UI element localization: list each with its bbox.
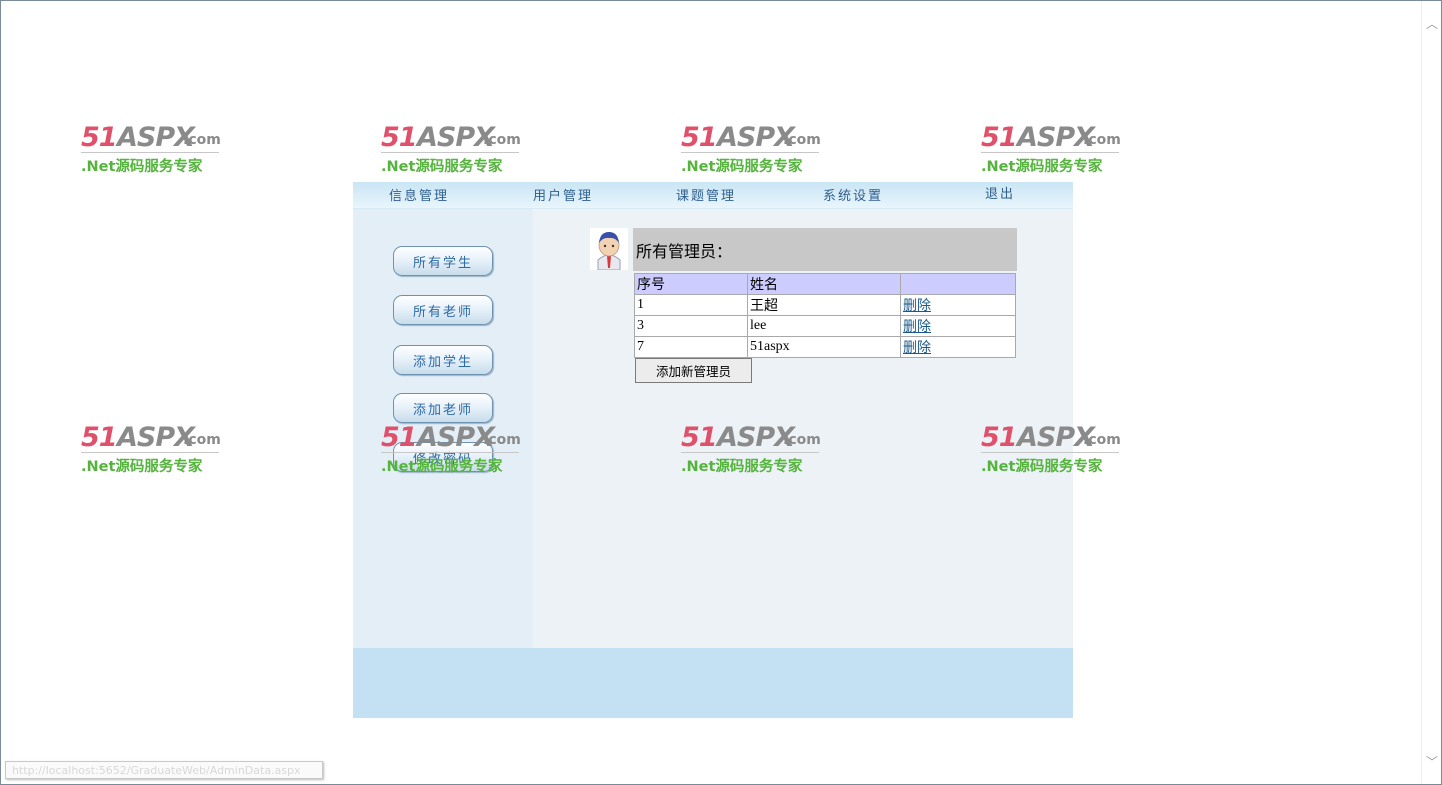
cell-name: 51aspx [747,336,901,358]
vertical-scrollbar[interactable]: ︿ ﹀ [1421,1,1441,783]
footer [353,648,1073,718]
delete-link[interactable]: 删除 [903,320,931,335]
delete-link[interactable]: 删除 [903,299,931,314]
all-students-button[interactable]: 所有学生 [393,246,493,276]
watermark-logo: 51 ASPX .com .Net源码服务专家 [981,422,1121,475]
cell-action: 删除 [900,336,1016,358]
watermark-logo: 51 ASPX .com .Net源码服务专家 [81,422,221,475]
nav-system-settings[interactable]: 系统设置 [823,185,883,204]
admins-table: 序号 姓名 1 王超 删除 3 lee 删除 7 51aspx 删除 [634,273,1016,358]
column-header-name: 姓名 [747,273,901,295]
watermark-logo: 51 ASPX .com .Net源码服务专家 [381,422,521,475]
add-admin-button[interactable]: 添加新管理员 [635,358,752,383]
scroll-down-icon[interactable]: ﹀ [1426,756,1438,768]
watermark-logo: 51 ASPX .com .Net源码服务专家 [681,122,821,175]
nav-info-management[interactable]: 信息管理 [389,185,449,204]
cell-id: 1 [634,294,748,316]
watermark-logo: 51 ASPX .com .Net源码服务专家 [81,122,221,175]
admin-avatar-icon [590,228,628,271]
cell-name: 王超 [747,294,901,316]
page-title: 所有管理员： [633,228,1017,271]
table-row: 1 王超 删除 [634,294,1016,316]
watermark-logo: 51 ASPX .com .Net源码服务专家 [981,122,1121,175]
add-student-button[interactable]: 添加学生 [393,345,493,375]
nav-logout[interactable]: 退出 [985,183,1015,202]
cell-action: 删除 [900,315,1016,337]
table-row: 7 51aspx 删除 [634,336,1016,358]
delete-link[interactable]: 删除 [903,341,931,356]
top-navigation: 信息管理 用户管理 课题管理 系统设置 退出 [353,182,1073,209]
scroll-up-icon[interactable]: ︿ [1426,18,1438,30]
watermark-logo: 51 ASPX .com .Net源码服务专家 [381,122,521,175]
nav-user-management[interactable]: 用户管理 [533,185,593,204]
table-header-row: 序号 姓名 [634,273,1016,295]
status-bar-url: http://localhost:5652/GraduateWeb/AdminD… [5,761,323,779]
column-header-action [900,273,1016,295]
cell-action: 删除 [900,294,1016,316]
table-row: 3 lee 删除 [634,315,1016,337]
nav-topic-management[interactable]: 课题管理 [676,185,736,204]
cell-id: 7 [634,336,748,358]
column-header-id: 序号 [634,273,748,295]
cell-id: 3 [634,315,748,337]
add-teacher-button[interactable]: 添加老师 [393,393,493,423]
watermark-logo: 51 ASPX .com .Net源码服务专家 [681,422,821,475]
cell-name: lee [747,315,901,337]
all-teachers-button[interactable]: 所有老师 [393,295,493,325]
